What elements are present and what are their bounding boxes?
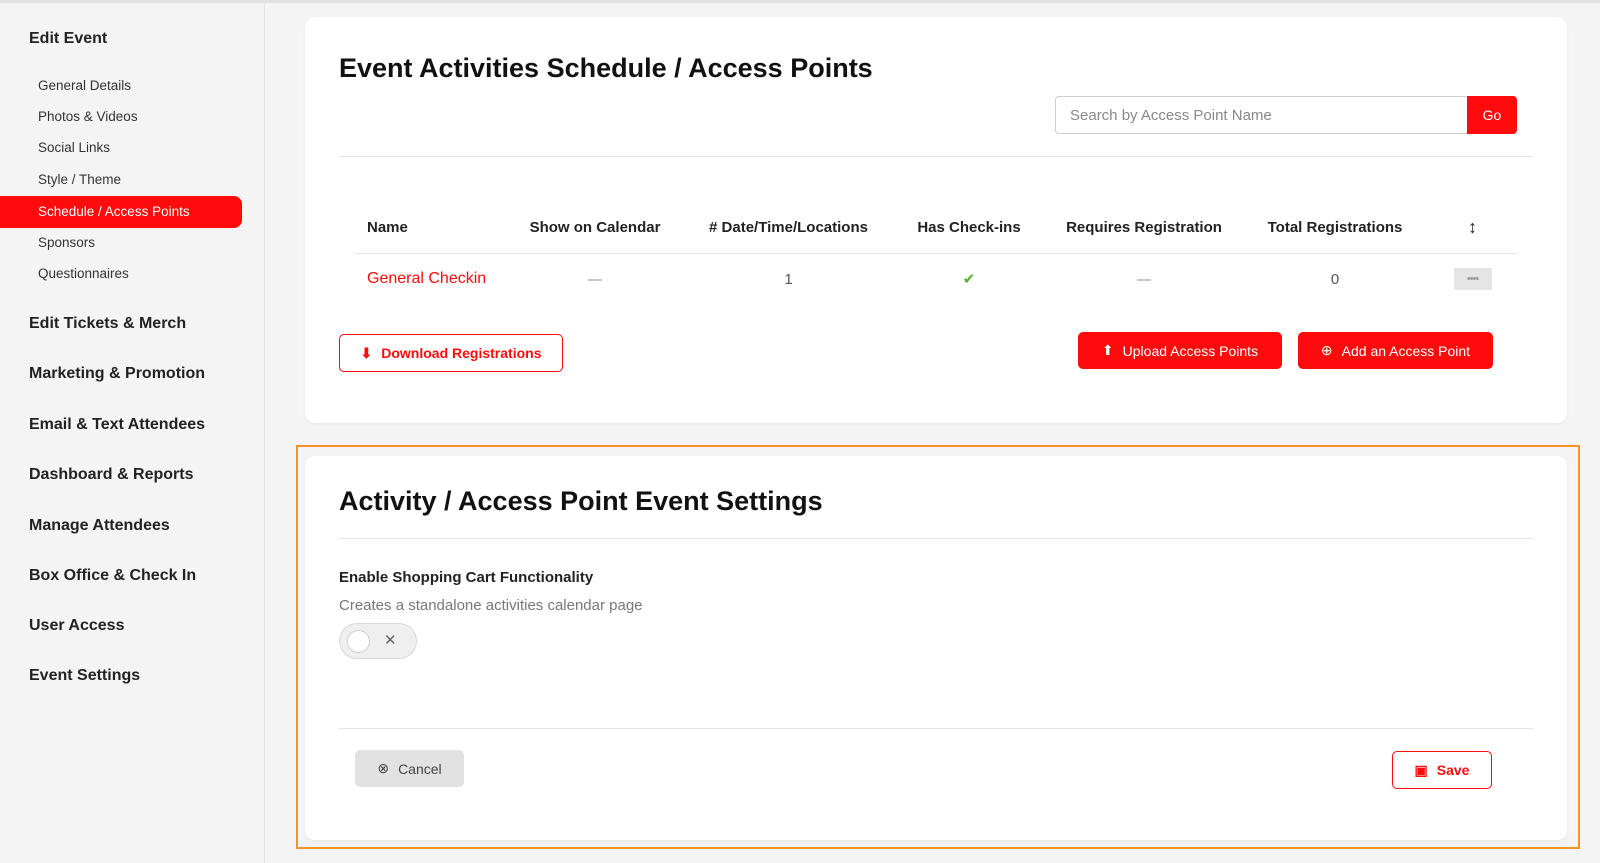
access-points-table: Name Show on Calendar # Date/Time/Locati… [355, 203, 1517, 305]
drag-handle-icon[interactable]: •••• [1453, 268, 1492, 291]
dash-icon [1137, 278, 1151, 281]
cell-total-registrations: 0 [1330, 270, 1340, 288]
search-bar: Go [1055, 96, 1517, 134]
go-button[interactable]: Go [1467, 96, 1517, 134]
shopping-cart-toggle[interactable]: ✕ [339, 623, 417, 659]
cancel-label: Cancel [398, 760, 442, 777]
table-header-row: Name Show on Calendar # Date/Time/Locati… [355, 203, 1517, 254]
search-input[interactable] [1055, 96, 1467, 134]
divider [339, 156, 1533, 157]
save-icon: ▣ [1414, 761, 1428, 778]
sidebar-item-style-theme[interactable]: Style / Theme [38, 172, 121, 187]
setting-help-text: Creates a standalone activities calendar… [339, 597, 643, 614]
download-registrations-label: Download Registrations [381, 345, 542, 361]
sort-vertical-icon[interactable]: ↕ [1468, 217, 1477, 237]
sidebar-section-event-settings[interactable]: Event Settings [29, 667, 140, 685]
sidebar-item-sponsors[interactable]: Sponsors [38, 235, 95, 250]
sidebar-section-manage-attendees[interactable]: Manage Attendees [29, 517, 170, 535]
cell-name: General Checkin [355, 253, 505, 305]
column-header-requires-registration[interactable]: Requires Registration [1046, 203, 1242, 254]
dash-icon [588, 278, 602, 281]
sidebar-section-edit-event[interactable]: Edit Event [29, 30, 107, 48]
add-access-point-button[interactable]: ⊕ Add an Access Point [1298, 332, 1493, 369]
toggle-x-icon: ✕ [384, 632, 397, 649]
sidebar-section-email-text-attendees[interactable]: Email & Text Attendees [29, 416, 205, 434]
table-row: General Checkin 1 ✔ 0 •••• [355, 253, 1517, 305]
column-header-name[interactable]: Name [355, 203, 505, 254]
times-circle-icon: ⊗ [377, 760, 390, 776]
cell-requires-registration [1046, 253, 1242, 305]
sidebar-section-marketing-promotion[interactable]: Marketing & Promotion [29, 365, 205, 383]
sidebar-item-photos-videos[interactable]: Photos & Videos [38, 109, 138, 124]
upload-icon: ⬆ [1101, 342, 1114, 358]
settings-title: Activity / Access Point Event Settings [339, 486, 823, 516]
cell-has-checkins: ✔ [892, 253, 1046, 305]
sidebar-section-user-access[interactable]: User Access [29, 617, 124, 635]
divider [339, 728, 1533, 729]
schedule-card: Event Activities Schedule / Access Point… [305, 17, 1567, 423]
column-header-has-checkins[interactable]: Has Check-ins [892, 203, 1046, 254]
column-header-show-on-calendar[interactable]: Show on Calendar [505, 203, 685, 254]
column-header-sort[interactable]: ↕ [1428, 203, 1517, 254]
settings-card: Activity / Access Point Event Settings E… [305, 456, 1567, 840]
upload-access-points-button[interactable]: ⬆ Upload Access Points [1078, 332, 1282, 369]
sidebar-item-general-details[interactable]: General Details [38, 78, 131, 93]
sidebar-section-dashboard-reports[interactable]: Dashboard & Reports [29, 466, 193, 484]
column-header-total-registrations[interactable]: Total Registrations [1242, 203, 1428, 254]
cancel-button[interactable]: ⊗ Cancel [355, 750, 464, 787]
sidebar: Edit Event General Details Photos & Vide… [0, 3, 265, 863]
upload-access-points-label: Upload Access Points [1122, 342, 1259, 359]
download-registrations-button[interactable]: ⬇ Download Registrations [339, 334, 563, 372]
sidebar-section-box-office-check-in[interactable]: Box Office & Check In [29, 567, 196, 585]
cell-date-time-locations: 1 [784, 270, 793, 288]
setting-label: Enable Shopping Cart Functionality [339, 569, 594, 586]
sidebar-item-social-links[interactable]: Social Links [38, 140, 110, 155]
toggle-knob [347, 630, 370, 653]
save-button[interactable]: ▣ Save [1392, 751, 1492, 789]
schedule-title: Event Activities Schedule / Access Point… [339, 53, 873, 83]
check-icon: ✔ [962, 271, 976, 289]
sidebar-section-edit-tickets-merch[interactable]: Edit Tickets & Merch [29, 315, 186, 333]
download-icon: ⬇ [360, 344, 373, 361]
divider [339, 538, 1533, 539]
plus-circle-icon: ⊕ [1320, 342, 1333, 358]
column-header-date-time-locations[interactable]: # Date/Time/Locations [685, 203, 892, 254]
cell-drag: •••• [1428, 253, 1517, 305]
save-label: Save [1436, 762, 1470, 778]
add-access-point-label: Add an Access Point [1341, 342, 1471, 359]
cell-show-on-calendar [505, 253, 685, 305]
sidebar-item-questionnaires[interactable]: Questionnaires [38, 266, 129, 281]
sidebar-item-schedule-access-points[interactable]: Schedule / Access Points [0, 196, 242, 228]
access-point-name-link[interactable]: General Checkin [367, 270, 486, 287]
